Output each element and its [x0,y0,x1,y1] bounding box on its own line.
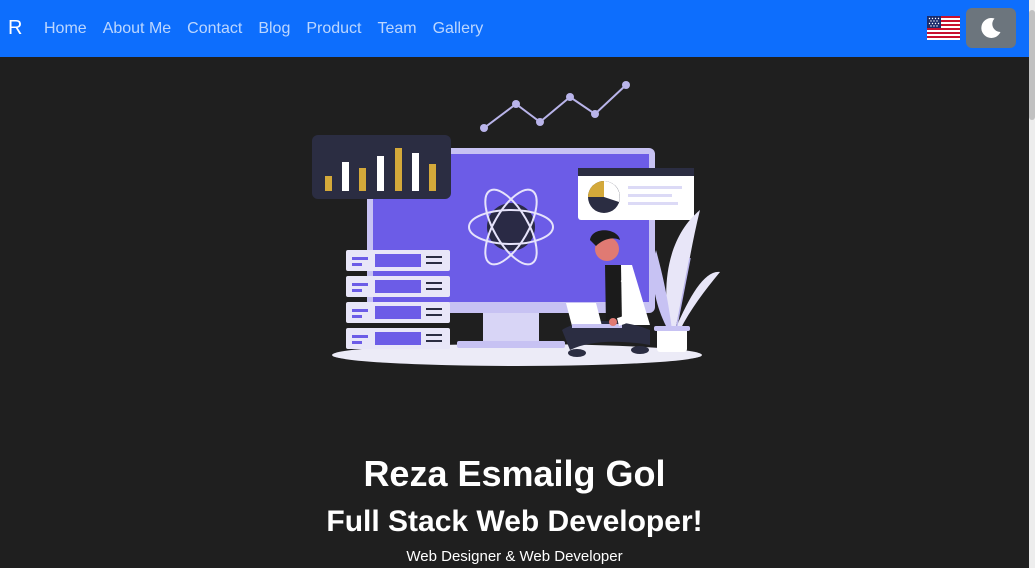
us-flag-icon[interactable] [927,16,960,40]
navbar: R Home About Me Contact Blog Product Tea… [0,0,1029,57]
nav-link-home[interactable]: Home [44,20,87,38]
moon-icon [981,17,1001,38]
hero-subtitle: Web Designer & Web Developer [406,548,623,565]
nav-link-gallery[interactable]: Gallery [433,20,484,38]
hero-name: Reza Esmailg Gol [363,453,666,494]
plant-graphic [652,210,720,352]
nav-link-product[interactable]: Product [306,20,361,38]
pie-chart-card [578,168,694,220]
nav-link-contact[interactable]: Contact [187,20,242,38]
theme-toggle-button[interactable] [966,8,1016,48]
hero-section: Reza Esmailg Gol Full Stack Web Develope… [0,448,1029,568]
nav-links: Home About Me Contact Blog Product Team … [44,20,499,38]
scrollbar-thumb[interactable] [1029,10,1035,120]
line-chart-graphic [480,81,630,132]
brand-logo[interactable]: R [8,17,36,40]
nav-right-controls [927,8,1016,48]
bar-chart-card [312,135,451,199]
nav-link-team[interactable]: Team [377,20,416,38]
page-scrollbar[interactable] [1029,0,1035,568]
hero-title: Full Stack Web Developer! [326,505,703,538]
nav-link-about[interactable]: About Me [103,20,171,38]
nav-link-blog[interactable]: Blog [258,20,290,38]
hero-illustration [312,81,720,366]
